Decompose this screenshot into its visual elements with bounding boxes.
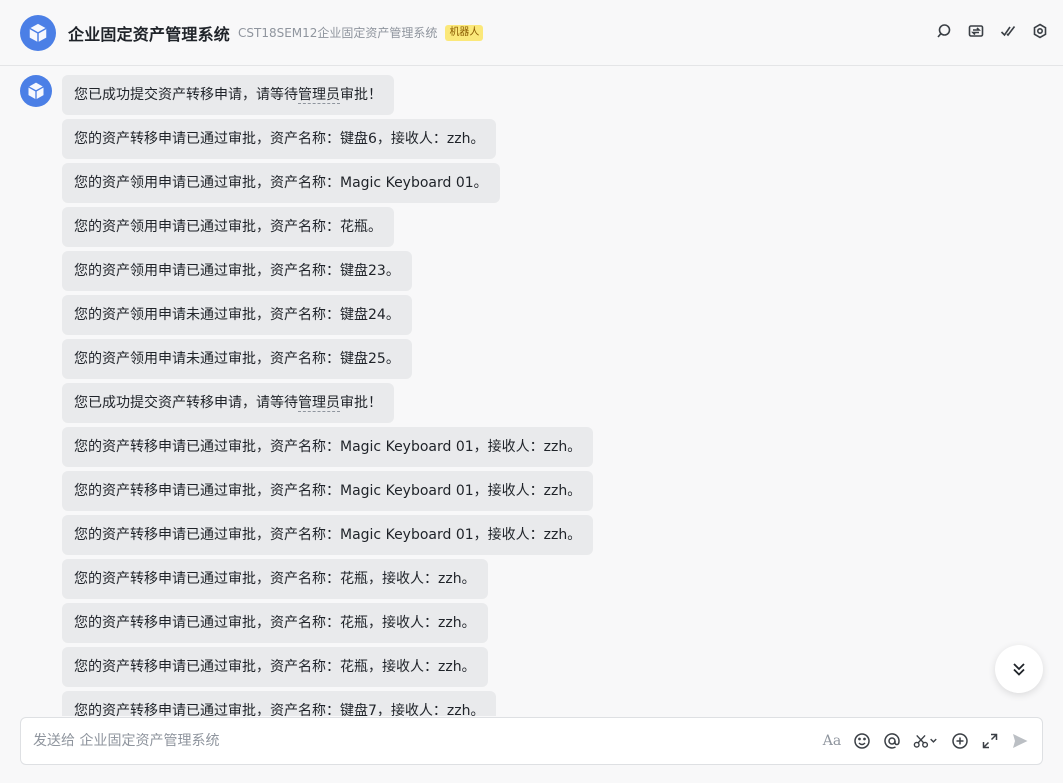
- cube-icon: [28, 82, 44, 100]
- message-bubble[interactable]: 您的资产领用申请未通过审批，资产名称：键盘25。: [62, 339, 412, 379]
- transfer-button[interactable]: [965, 20, 987, 42]
- message-bubble[interactable]: 您的资产转移申请已通过审批，资产名称：花瓶，接收人：zzh。: [62, 603, 488, 643]
- add-icon: [952, 733, 968, 749]
- message-bubble[interactable]: 您的资产转移申请已通过审批，资产名称：花瓶，接收人：zzh。: [62, 559, 488, 599]
- message-text: 审批！: [340, 87, 382, 103]
- message-bubble[interactable]: 您的资产转移申请已通过审批，资产名称：Magic Keyboard 01，接收人…: [62, 427, 594, 467]
- message-bubble[interactable]: 您已成功提交资产转移申请，请等待管理员审批！: [62, 383, 394, 423]
- admin-mention[interactable]: 管理员: [298, 87, 340, 104]
- transfer-icon: [968, 25, 984, 37]
- double-chevron-down-icon: [1013, 663, 1025, 676]
- bot-badge: 机器人: [445, 24, 484, 41]
- scissors-icon: [913, 734, 937, 748]
- message-avatar[interactable]: [20, 75, 52, 107]
- bot-avatar[interactable]: [20, 14, 56, 51]
- mark-done-button[interactable]: [997, 20, 1019, 42]
- check-icon: [1000, 26, 1016, 37]
- chat-subtitle: CST18SEM12企业固定资产管理系统: [238, 26, 438, 40]
- chat-title: 企业固定资产管理系统: [68, 24, 231, 44]
- chat-header: 企业固定资产管理系统 CST18SEM12企业固定资产管理系统 机器人: [0, 0, 1063, 66]
- message-composer: Aa: [20, 717, 1043, 765]
- message-input[interactable]: [21, 733, 822, 749]
- message-list[interactable]: 您已成功提交资产转移申请，请等待管理员审批！ 您的资产转移申请已通过审批，资产名…: [0, 66, 1063, 716]
- message-text: 审批！: [340, 395, 382, 411]
- message-bubble[interactable]: 您的资产转移申请已通过审批，资产名称：Magic Keyboard 01，接收人…: [62, 471, 594, 511]
- emoji-icon: [854, 733, 870, 749]
- screenshot-button[interactable]: [912, 731, 940, 751]
- message-bubble[interactable]: 您的资产转移申请已通过审批，资产名称：键盘6，接收人：zzh。: [62, 119, 497, 159]
- expand-button[interactable]: [980, 731, 1000, 751]
- message-bubble[interactable]: 您的资产领用申请未通过审批，资产名称：键盘24。: [62, 295, 412, 335]
- message-bubble[interactable]: 您的资产领用申请已通过审批，资产名称：花瓶。: [62, 207, 394, 247]
- message-bubble[interactable]: 您的资产转移申请已通过审批，资产名称：花瓶，接收人：zzh。: [62, 647, 488, 687]
- message-bubbles: 您已成功提交资产转移申请，请等待管理员审批！ 您的资产转移申请已通过审批，资产名…: [62, 75, 594, 716]
- scroll-to-bottom-button[interactable]: [995, 645, 1043, 693]
- message-text: 您已成功提交资产转移申请，请等待: [74, 87, 298, 103]
- emoji-button[interactable]: [852, 731, 872, 751]
- message-bubble[interactable]: 您的资产领用申请已通过审批，资产名称：Magic Keyboard 01。: [62, 163, 500, 203]
- cube-icon: [29, 23, 47, 42]
- header-actions: [933, 20, 1051, 42]
- mention-icon: [884, 733, 900, 749]
- search-icon: [937, 24, 951, 38]
- settings-icon: [1033, 23, 1047, 39]
- message-bubble[interactable]: 您已成功提交资产转移申请，请等待管理员审批！: [62, 75, 394, 115]
- text-format-button[interactable]: Aa: [822, 731, 842, 751]
- settings-button[interactable]: [1029, 20, 1051, 42]
- expand-icon: [982, 733, 998, 749]
- composer-toolbar: Aa: [822, 731, 1042, 751]
- message-text: 您已成功提交资产转移申请，请等待: [74, 395, 298, 411]
- admin-mention[interactable]: 管理员: [298, 395, 340, 412]
- message-bubble[interactable]: 您的资产转移申请已通过审批，资产名称：Magic Keyboard 01，接收人…: [62, 515, 594, 555]
- mention-button[interactable]: [882, 731, 902, 751]
- message-bubble[interactable]: 您的资产转移申请已通过审批，资产名称：键盘7，接收人：zzh。: [62, 691, 497, 716]
- send-button[interactable]: [1010, 731, 1030, 751]
- add-button[interactable]: [950, 731, 970, 751]
- message-bubble[interactable]: 您的资产领用申请已通过审批，资产名称：键盘23。: [62, 251, 412, 291]
- text-format-icon: Aa: [822, 733, 842, 749]
- send-icon: [1013, 734, 1028, 748]
- search-button[interactable]: [933, 20, 955, 42]
